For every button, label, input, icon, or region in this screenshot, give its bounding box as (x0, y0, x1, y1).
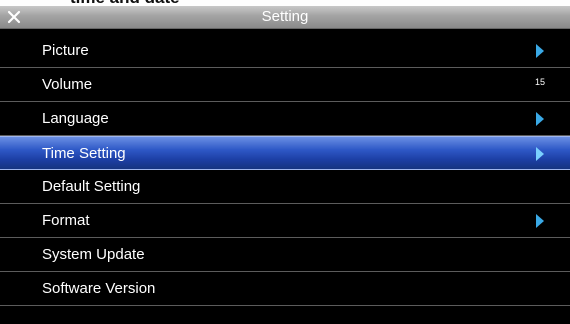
chevron-right-icon (536, 44, 544, 58)
menu-item-label: System Update (42, 246, 145, 263)
settings-menu: Picture Volume 15 Language Time Setting … (0, 34, 570, 306)
menu-item-label: Default Setting (42, 178, 141, 195)
menu-item-label: Picture (42, 42, 89, 59)
menu-item-time-setting[interactable]: Time Setting (0, 136, 570, 170)
title-bar: Setting (0, 6, 570, 29)
menu-item-label: Format (42, 212, 90, 229)
menu-item-label: Time Setting (42, 145, 126, 162)
settings-screen: Setting Picture Volume 15 Language Time … (0, 6, 570, 324)
chevron-right-icon (536, 147, 544, 161)
menu-item-label: Language (42, 110, 109, 127)
menu-item-language[interactable]: Language (0, 102, 570, 136)
menu-item-label: Software Version (42, 280, 156, 297)
menu-item-default-setting[interactable]: Default Setting (0, 170, 570, 204)
menu-item-format[interactable]: Format (0, 204, 570, 238)
volume-value: 15 (534, 77, 545, 87)
menu-item-software-version[interactable]: Software Version (0, 272, 570, 306)
menu-item-label: Volume (42, 76, 93, 93)
page-title: Setting (261, 8, 309, 25)
menu-item-system-update[interactable]: System Update (0, 238, 570, 272)
chevron-right-icon (536, 112, 544, 126)
menu-item-volume[interactable]: Volume 15 (0, 68, 570, 102)
chevron-right-icon (536, 214, 544, 228)
menu-item-picture[interactable]: Picture (0, 34, 570, 68)
